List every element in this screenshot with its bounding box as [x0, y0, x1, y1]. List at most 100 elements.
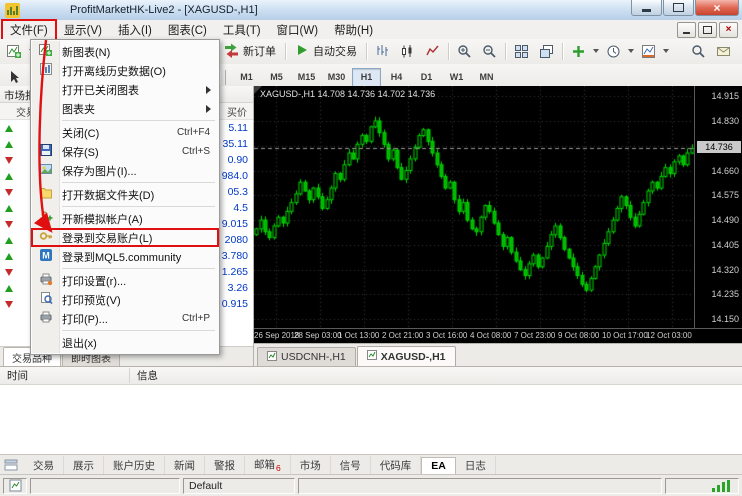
menu-item-save[interactable]: 保存(S) Ctrl+S [31, 142, 219, 161]
app-logo-icon [5, 3, 20, 18]
timeframe-m1[interactable]: M1 [232, 68, 261, 87]
tab-market[interactable]: 市场 [291, 456, 331, 475]
zoom-in-button[interactable] [452, 40, 477, 63]
menu-item-login-trade-account[interactable]: 登录到交易账户(L) [31, 228, 219, 247]
search-button[interactable] [686, 40, 711, 63]
timeframe-m5[interactable]: M5 [262, 68, 291, 87]
profile-indicator[interactable]: Default [183, 478, 295, 494]
menu-item-new-chart[interactable]: 新图表(N) [31, 42, 219, 61]
periods-button[interactable] [601, 40, 626, 63]
templates-button[interactable] [636, 40, 661, 63]
tab-journal[interactable]: 日志 [456, 456, 496, 475]
timeframe-h1[interactable]: H1 [352, 68, 381, 87]
terminal-grip-icon[interactable] [4, 458, 18, 472]
window-minimize-button[interactable] [631, 0, 662, 16]
ask-price: 05.3 [228, 186, 248, 198]
ask-price: 2080 [225, 234, 248, 246]
menu-help[interactable]: 帮助(H) [326, 20, 381, 40]
tab-alerts[interactable]: 警报 [205, 456, 245, 475]
menu-item-label: 图表夹 [60, 101, 206, 117]
indicators-button[interactable] [566, 40, 591, 63]
candlestick-chart-button[interactable] [395, 40, 420, 63]
chevron-down-icon[interactable] [663, 49, 669, 53]
tab-mailbox[interactable]: 邮箱6 [245, 455, 291, 475]
mailbox-button[interactable] [711, 40, 736, 63]
menu-item-label: 打开数据文件夹(D) [60, 187, 219, 203]
timeframe-h4[interactable]: H4 [382, 68, 411, 87]
chart-restore-button[interactable] [698, 22, 717, 38]
price-axis-label: 14.660 [711, 166, 739, 176]
window-maximize-button[interactable] [663, 0, 694, 16]
terminal-tab-bar: 交易 展示 账户历史 新闻 警报 邮箱6 市场 信号 代码库 EA 日志 [0, 454, 742, 475]
toolbar-separator [285, 43, 286, 60]
title-bar[interactable]: ProfitMarketHK-Live2 - [XAGUSD-,H1] × [0, 0, 742, 21]
menu-charts[interactable]: 图表(C) [160, 20, 215, 40]
minimize-icon [683, 32, 690, 34]
connection-bars-icon [711, 479, 733, 493]
bar-chart-button[interactable] [370, 40, 395, 63]
tab-account-history[interactable]: 账户历史 [104, 456, 165, 475]
menu-item-print[interactable]: 打印(P)... Ctrl+P [31, 309, 219, 328]
menu-item-save-as-picture[interactable]: 保存为图片(I)... [31, 161, 219, 180]
autotrade-icon [295, 43, 309, 60]
menu-insert[interactable]: 插入(I) [110, 20, 160, 40]
chevron-down-icon[interactable] [593, 49, 599, 53]
toolbar-grip[interactable] [220, 70, 226, 85]
tab-trade[interactable]: 交易 [24, 456, 64, 475]
timeframe-mn[interactable]: MN [472, 68, 501, 87]
down-arrow-icon [5, 269, 13, 276]
menu-item-print-preview[interactable]: 打印预览(V) [31, 290, 219, 309]
print-preview-icon [39, 291, 53, 308]
menu-item-print-setup[interactable]: 打印设置(r)... [31, 271, 219, 290]
tile-windows-button[interactable] [509, 40, 534, 63]
menu-item-exit[interactable]: 退出(x) [31, 333, 219, 352]
timeframe-m30[interactable]: M30 [322, 68, 351, 87]
connection-status[interactable] [665, 478, 739, 494]
price-axis-label: 14.235 [711, 289, 739, 299]
menu-file[interactable]: 文件(F) [2, 20, 56, 40]
timeframe-w1[interactable]: W1 [442, 68, 471, 87]
up-arrow-icon [5, 125, 13, 132]
window-close-button[interactable]: × [695, 0, 739, 16]
menu-view[interactable]: 显示(V) [56, 20, 110, 40]
menu-item-login-mql5[interactable]: M 登录到MQL5.community [31, 247, 219, 266]
menu-tools[interactable]: 工具(T) [215, 20, 269, 40]
toolbar-separator [505, 43, 506, 60]
chart-tab-xagusd[interactable]: XAGUSD-,H1 [357, 346, 456, 366]
mql5-icon: M [39, 248, 53, 265]
chart-close-button[interactable]: × [719, 22, 738, 38]
menu-item-open-offline[interactable]: 打开离线历史数据(O) [31, 61, 219, 80]
timeframe-d1[interactable]: D1 [412, 68, 441, 87]
timeframe-m15[interactable]: M15 [292, 68, 321, 87]
message-column-header[interactable]: 信息 [130, 368, 742, 383]
tab-code-base[interactable]: 代码库 [371, 456, 422, 475]
time-column-header[interactable]: 时间 [0, 368, 130, 383]
cascade-windows-button[interactable] [534, 40, 559, 63]
autotrading-button[interactable]: 自动交易 [289, 40, 363, 63]
chart-tab-label: XAGUSD-,H1 [381, 351, 446, 363]
tab-news[interactable]: 新闻 [165, 456, 205, 475]
menu-separator [62, 206, 215, 207]
price-chart[interactable] [254, 86, 694, 328]
menu-item-open-data-folder[interactable]: 打开数据文件夹(D) [31, 185, 219, 204]
menu-window[interactable]: 窗口(W) [269, 20, 327, 40]
menu-item-profiles[interactable]: 图表夹 [31, 99, 219, 118]
maximize-icon [673, 3, 684, 12]
chart-minimize-button[interactable] [677, 22, 696, 38]
menu-separator [62, 120, 215, 121]
restore-icon [703, 26, 712, 34]
new-chart-button[interactable] [2, 40, 27, 63]
tab-exposure[interactable]: 展示 [64, 456, 104, 475]
tab-signals[interactable]: 信号 [331, 456, 371, 475]
price-axis[interactable]: 14.91514.83014.74514.66014.57514.49014.4… [694, 86, 742, 328]
chart-tab-usdcnh[interactable]: USDCNH-,H1 [257, 347, 356, 366]
zoom-out-button[interactable] [477, 40, 502, 63]
menu-item-label: 打印(P)... [60, 311, 182, 327]
line-chart-button[interactable] [420, 40, 445, 63]
menu-item-open-deleted[interactable]: 打开已关闭图表 [31, 80, 219, 99]
tab-experts[interactable]: EA [421, 457, 456, 474]
new-order-button[interactable]: 新订单 [218, 40, 282, 63]
menu-item-open-demo-account[interactable]: 开新模拟帐户(A) [31, 209, 219, 228]
menu-item-close[interactable]: 关闭(C) Ctrl+F4 [31, 123, 219, 142]
chevron-down-icon[interactable] [628, 49, 634, 53]
